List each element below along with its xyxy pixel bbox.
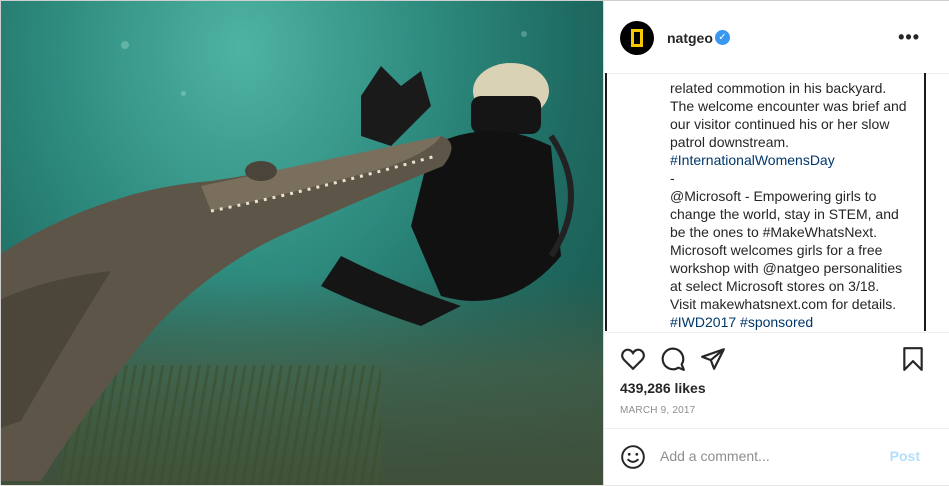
caption-line: workshop with @natgeo personalities [670, 260, 903, 276]
caption-line: Microsoft welcomes girls for a free [670, 242, 883, 258]
bubble [521, 31, 527, 37]
post-date[interactable]: MARCH 9, 2017 [620, 405, 695, 416]
post-dialog: natgeo ✓ ••• related commotion in his ba… [0, 0, 949, 485]
caption-area[interactable]: related commotion in his backyard. The w… [604, 73, 949, 331]
likes-count[interactable]: 439,286 likes [620, 380, 706, 396]
caption-line: related commotion in his backyard. [670, 80, 887, 96]
caption-line: patrol downstream. [670, 134, 790, 150]
avatar[interactable] [620, 21, 654, 55]
caption-line: be the ones to #MakeWhatsNext. [670, 224, 877, 240]
caption-line: Visit makewhatsnext.com for details. [670, 296, 897, 312]
caption-line: @Microsoft - Empowering girls to [670, 188, 877, 204]
caption-line: change the world, stay in STEM, and [670, 206, 899, 222]
bookmark-icon[interactable] [900, 346, 926, 372]
caption-line: - [670, 170, 675, 186]
caption-line: at select Microsoft stores on 3/18. [670, 278, 880, 294]
caption-scroll: related commotion in his backyard. The w… [604, 73, 944, 331]
bubble [181, 91, 186, 96]
caption-line: our visitor continued his or her slow [670, 116, 890, 132]
post-side-panel: natgeo ✓ ••• related commotion in his ba… [603, 1, 949, 485]
comment-bar: Post [604, 428, 949, 486]
share-icon[interactable] [700, 346, 726, 372]
caption-scrollbar[interactable] [924, 73, 926, 331]
caption-border-left [605, 73, 607, 331]
heart-icon[interactable] [620, 346, 646, 372]
post-button[interactable]: Post [890, 448, 920, 464]
bubble [121, 41, 129, 49]
action-bar: 439,286 likes MARCH 9, 2017 [604, 332, 949, 429]
caption-text: related commotion in his backyard. The w… [604, 73, 915, 331]
caption-line [670, 73, 915, 79]
natgeo-logo-icon [631, 29, 643, 47]
post-header: natgeo ✓ ••• [604, 1, 949, 74]
caption-line: The welcome encounter was brief and [670, 98, 907, 114]
smiley-icon[interactable] [620, 444, 646, 470]
hashtag-link[interactable]: #InternationalWomensDay [670, 151, 915, 169]
verified-badge-icon: ✓ [715, 30, 730, 45]
username-link[interactable]: natgeo [667, 30, 713, 46]
comment-icon[interactable] [660, 346, 686, 372]
crocodile-figure [1, 136, 452, 481]
comment-input[interactable] [658, 447, 882, 465]
more-options-button[interactable]: ••• [898, 27, 920, 48]
post-photo[interactable] [1, 1, 603, 485]
hashtag-link[interactable]: #IWD2017 #sponsored [670, 313, 915, 331]
